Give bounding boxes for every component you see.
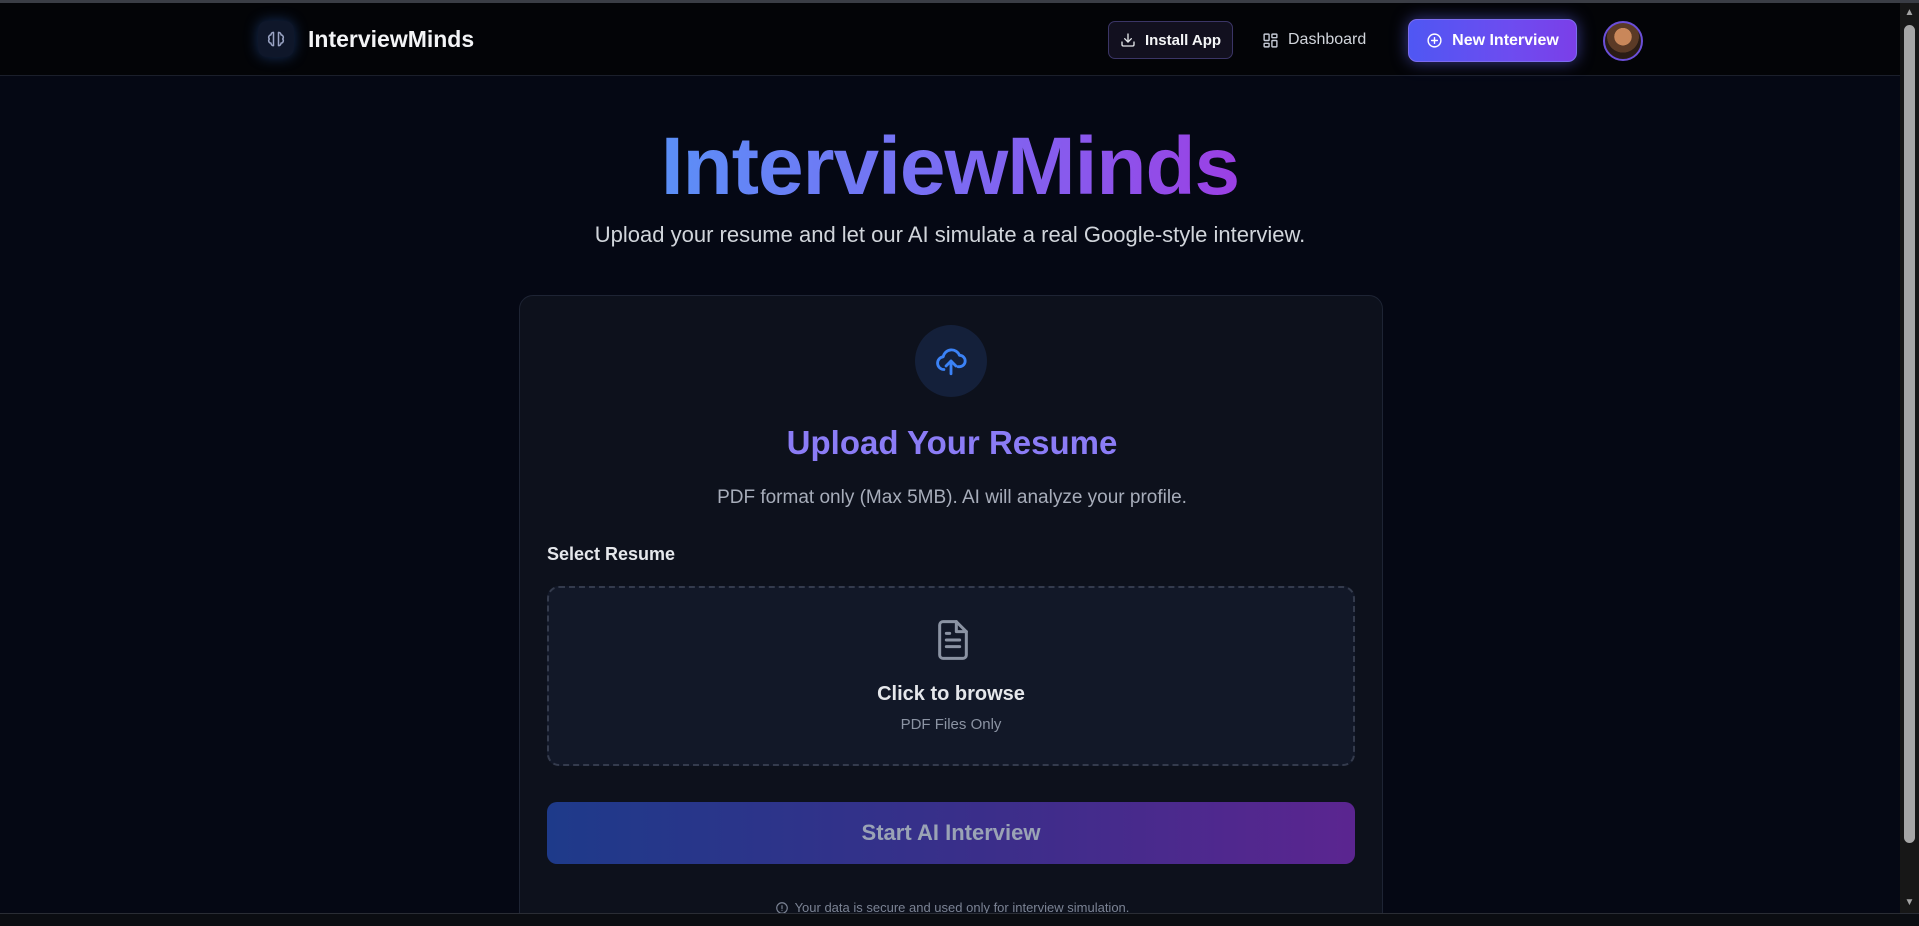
- brand-name: InterviewMinds: [308, 25, 475, 52]
- brand[interactable]: InterviewMinds: [258, 21, 474, 57]
- select-resume-label: Select Resume: [547, 544, 676, 564]
- scrollbar-thumb[interactable]: [1904, 25, 1915, 843]
- hero-subtitle: Upload your resume and let our AI simula…: [594, 222, 1306, 247]
- new-interview-label: New Interview: [1452, 31, 1559, 49]
- cloud-upload-icon: [915, 325, 987, 397]
- brain-icon: [258, 21, 294, 57]
- scroll-up-arrow-icon[interactable]: ▲: [1904, 7, 1915, 18]
- bottom-taskbar-strip: [0, 913, 1919, 926]
- upload-subtitle: PDF format only (Max 5MB). AI will analy…: [717, 487, 1187, 508]
- download-icon: [1121, 33, 1135, 47]
- plus-circle-icon: [1427, 33, 1442, 48]
- scroll-down-arrow-icon[interactable]: ▼: [1904, 897, 1915, 908]
- install-app-button[interactable]: Install App: [1108, 21, 1233, 59]
- vertical-scrollbar[interactable]: ▲ ▼: [1900, 3, 1919, 913]
- top-navbar: InterviewMinds Install App Dashboard New…: [0, 3, 1900, 76]
- hero-title: InterviewMinds: [660, 121, 1240, 212]
- user-avatar[interactable]: [1603, 21, 1643, 61]
- resume-dropzone[interactable]: Click to browse PDF Files Only: [547, 586, 1355, 766]
- dropzone-subtitle: PDF Files Only: [900, 716, 1002, 733]
- upload-card: Upload Your Resume PDF format only (Max …: [519, 295, 1383, 926]
- dashboard-label: Dashboard: [1288, 31, 1367, 48]
- start-interview-button[interactable]: Start AI Interview: [547, 802, 1355, 864]
- install-app-label: Install App: [1144, 31, 1222, 49]
- app-window: InterviewMinds Install App Dashboard New…: [0, 0, 1919, 926]
- upload-title: Upload Your Resume: [786, 424, 1118, 461]
- dashboard-link[interactable]: Dashboard: [1262, 21, 1366, 59]
- dashboard-grid-icon: [1263, 32, 1278, 48]
- new-interview-button[interactable]: New Interview: [1408, 19, 1577, 62]
- dropzone-title: Click to browse: [877, 683, 1025, 705]
- file-text-icon: [933, 618, 973, 667]
